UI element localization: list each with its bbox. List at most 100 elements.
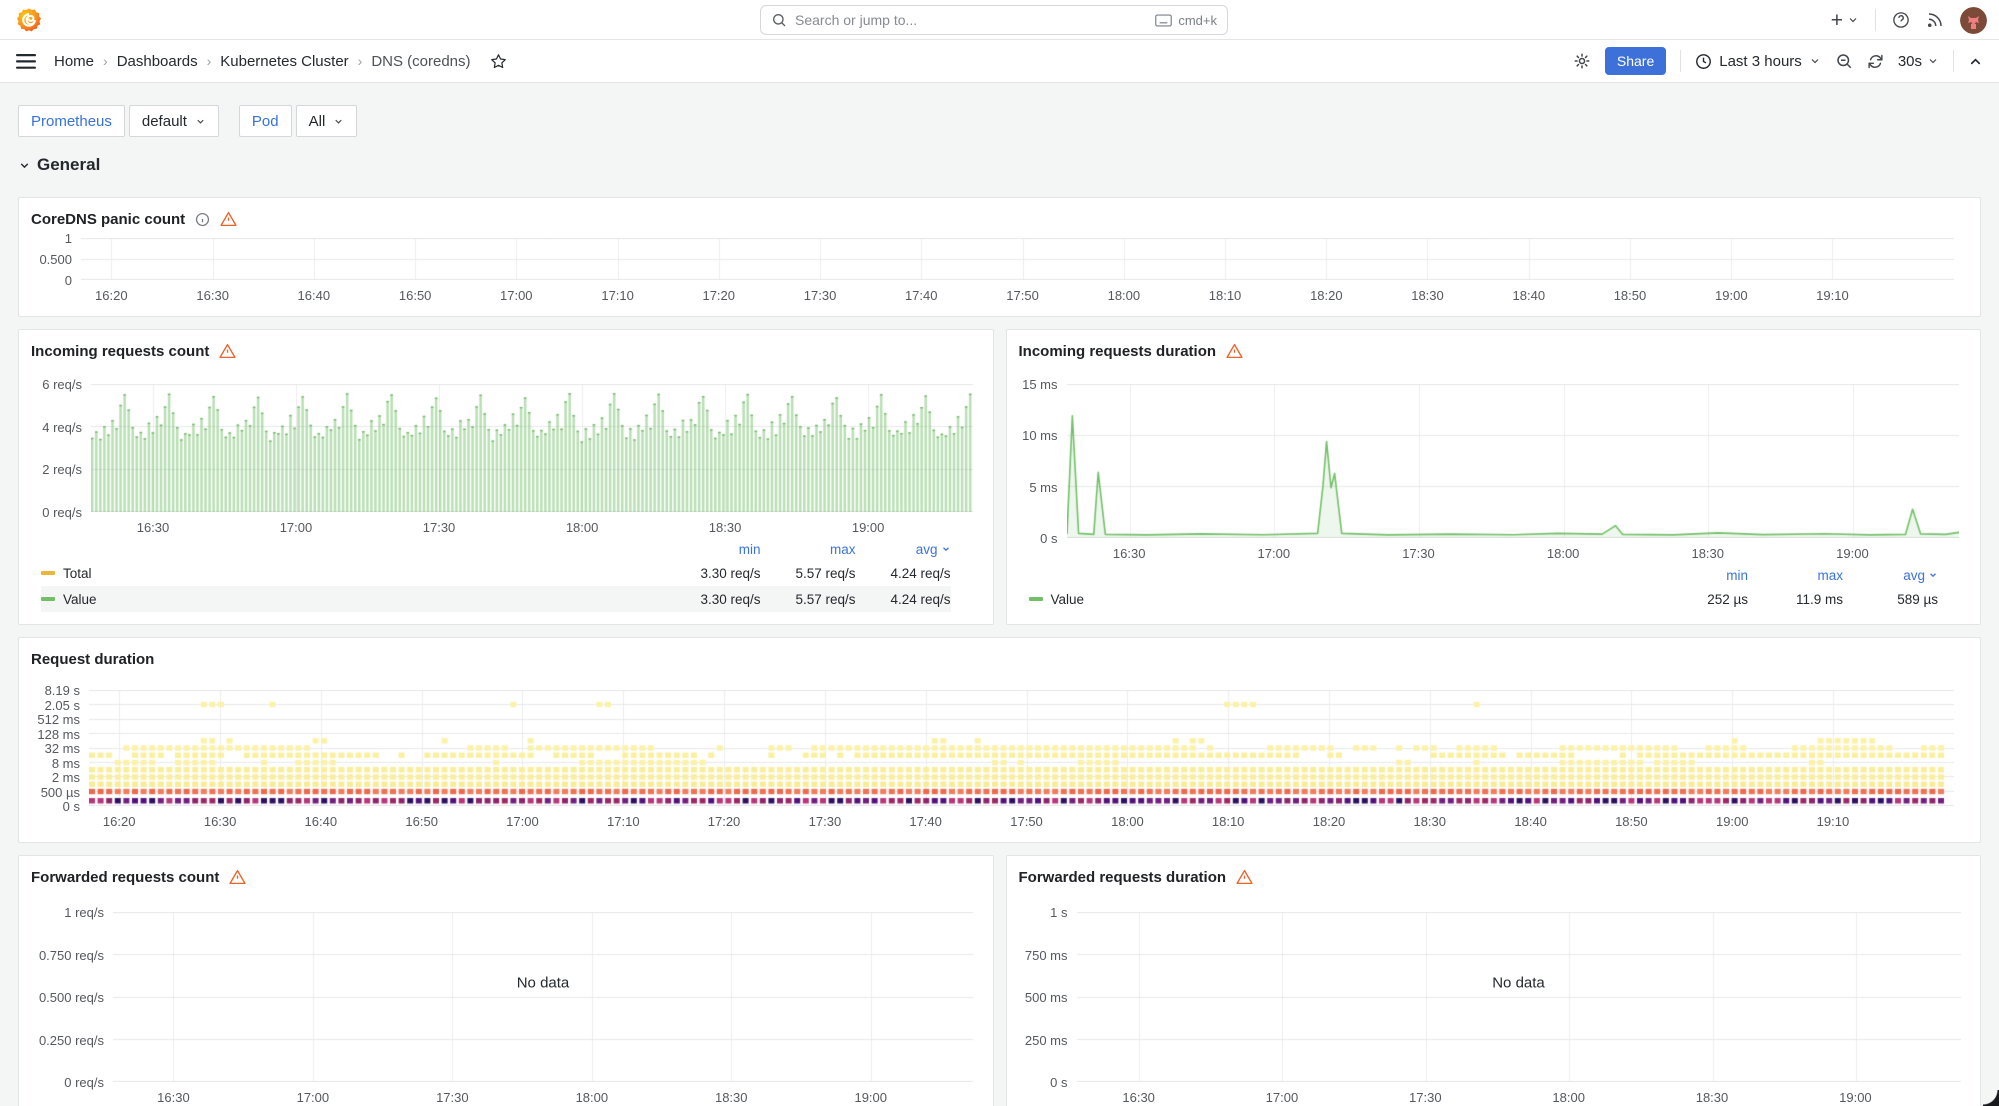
- dashboard-settings-gear-icon[interactable]: [1573, 52, 1591, 70]
- legend-series-total[interactable]: Total: [41, 566, 666, 581]
- legend-header-avg[interactable]: avg: [856, 542, 951, 557]
- y-tick-label: 128 ms: [31, 727, 80, 742]
- collapse-toolbar-chevron-up-icon[interactable]: [1968, 54, 1983, 69]
- x-tick-label: 19:00: [854, 1090, 887, 1105]
- series-color-swatch: [41, 597, 55, 601]
- legend-series-value[interactable]: Value: [1029, 592, 1654, 607]
- add-new-button[interactable]: +: [1831, 10, 1859, 31]
- chevron-down-icon: [18, 159, 31, 172]
- x-tick-label: 17:40: [905, 288, 938, 303]
- legend-header-max[interactable]: max: [1748, 568, 1843, 583]
- y-tick-label: 0 s: [31, 799, 80, 814]
- chevron-down-icon: [1809, 55, 1821, 67]
- panel-title[interactable]: Forwarded requests count: [31, 869, 219, 886]
- legend: min max avg Value 252 µs 11.9 ms 589 µs: [1019, 564, 1969, 614]
- panel-title[interactable]: CoreDNS panic count: [31, 211, 185, 228]
- variable-datasource-label[interactable]: Prometheus: [18, 105, 125, 137]
- x-tick-label: 18:40: [1514, 814, 1547, 829]
- variable-datasource-select[interactable]: default: [129, 105, 219, 137]
- warning-icon[interactable]: [1226, 343, 1243, 359]
- x-tick-label: 18:00: [566, 520, 599, 535]
- y-tick-label: 1 s: [1019, 905, 1068, 920]
- x-tick-label: 16:30: [157, 1090, 190, 1105]
- panel-title[interactable]: Request duration: [31, 651, 154, 668]
- x-tick-label: 18:20: [1310, 288, 1343, 303]
- warning-icon[interactable]: [219, 343, 236, 359]
- refresh-icon[interactable]: [1867, 53, 1884, 70]
- x-tick-label: 16:50: [399, 288, 432, 303]
- legend-header-avg[interactable]: avg: [1843, 568, 1938, 583]
- y-tick-label: 6 req/s: [31, 377, 82, 392]
- panel-title[interactable]: Forwarded requests duration: [1019, 869, 1227, 886]
- x-tick-label: 17:00: [280, 520, 313, 535]
- info-icon[interactable]: [195, 212, 210, 227]
- warning-icon[interactable]: [220, 211, 237, 227]
- x-tick-label: 18:30: [715, 1090, 748, 1105]
- forwarded-requests-duration-plot[interactable]: [1077, 912, 1961, 1082]
- x-tick-label: 17:00: [500, 288, 533, 303]
- time-range-picker[interactable]: Last 3 hours: [1695, 53, 1821, 70]
- panel-incoming-requests-count: Incoming requests count 6 req/s4 req/s2 …: [18, 329, 994, 625]
- user-avatar[interactable]: [1960, 7, 1987, 34]
- panel-title[interactable]: Incoming requests count: [31, 343, 209, 360]
- news-rss-icon[interactable]: [1926, 11, 1944, 29]
- zoom-out-time-icon[interactable]: [1835, 52, 1853, 70]
- x-tick-label: 16:40: [298, 288, 331, 303]
- legend-value-min: 3.30 req/s: [666, 592, 761, 607]
- clock-icon: [1695, 53, 1712, 70]
- warning-icon[interactable]: [229, 869, 246, 885]
- refresh-interval-picker[interactable]: 30s: [1898, 53, 1939, 70]
- section-general[interactable]: General: [18, 153, 1981, 177]
- y-tick-label: 0 s: [1019, 531, 1058, 546]
- x-tick-label: 18:10: [1212, 814, 1245, 829]
- variable-pod-select[interactable]: All: [296, 105, 358, 137]
- breadcrumb-dashboards[interactable]: Dashboards: [117, 53, 198, 70]
- search-input[interactable]: [795, 12, 1147, 28]
- x-tick-label: 16:30: [137, 520, 170, 535]
- coredns-panic-count-plot[interactable]: [81, 238, 1954, 280]
- share-button[interactable]: Share: [1605, 47, 1666, 75]
- help-icon[interactable]: [1892, 11, 1910, 29]
- panel-forwarded-requests-count: Forwarded requests count No data 1 req/s…: [18, 855, 994, 1106]
- legend-value-avg: 589 µs: [1843, 592, 1938, 607]
- x-tick-label: 18:00: [1108, 288, 1141, 303]
- menu-hamburger-icon[interactable]: [16, 54, 36, 69]
- y-tick-label: 10 ms: [1019, 428, 1058, 443]
- warning-icon[interactable]: [1236, 869, 1253, 885]
- divider: [1875, 9, 1876, 31]
- legend-header-min[interactable]: min: [666, 542, 761, 557]
- legend-header-max[interactable]: max: [761, 542, 856, 557]
- global-search[interactable]: cmd+k: [760, 5, 1228, 35]
- grafana-logo-icon[interactable]: [16, 7, 42, 33]
- series-color-swatch: [41, 571, 55, 575]
- variable-pod-label[interactable]: Pod: [239, 105, 292, 137]
- panel-title[interactable]: Incoming requests duration: [1019, 343, 1217, 360]
- breadcrumb-kubernetes-cluster[interactable]: Kubernetes Cluster: [220, 53, 348, 70]
- x-tick-label: 17:30: [436, 1090, 469, 1105]
- y-tick-label: 8.19 s: [31, 683, 80, 698]
- x-tick-label: 17:50: [1006, 288, 1039, 303]
- x-tick-label: 17:00: [506, 814, 539, 829]
- y-tick-label: 2 req/s: [31, 462, 82, 477]
- forwarded-requests-count-plot[interactable]: [113, 912, 973, 1082]
- top-nav: cmd+k +: [0, 0, 1999, 40]
- legend-value-max: 5.57 req/s: [761, 566, 856, 581]
- panel-coredns-panic-count: CoreDNS panic count 10.500016:2016:3016:…: [18, 197, 1981, 317]
- incoming-requests-count-plot[interactable]: [91, 384, 973, 512]
- incoming-requests-duration-plot[interactable]: [1067, 384, 1959, 538]
- legend-header-min[interactable]: min: [1653, 568, 1748, 583]
- y-tick-label: 512 ms: [31, 712, 80, 727]
- x-tick-label: 17:00: [297, 1090, 330, 1105]
- y-tick-label: 1: [31, 231, 72, 246]
- x-tick-label: 17:30: [809, 814, 842, 829]
- request-duration-plot[interactable]: [89, 690, 1954, 806]
- favorite-star-icon[interactable]: [490, 53, 507, 70]
- x-tick-label: 18:00: [576, 1090, 609, 1105]
- chevron-down-icon: [941, 544, 951, 554]
- breadcrumb-home[interactable]: Home: [54, 53, 94, 70]
- panel-request-duration: Request duration 8.19 s2.05 s512 ms128 m…: [18, 637, 1981, 843]
- breadcrumb-separator: ›: [103, 53, 108, 69]
- x-tick-label: 17:20: [708, 814, 741, 829]
- x-tick-label: 17:40: [909, 814, 942, 829]
- legend-series-value[interactable]: Value: [41, 592, 666, 607]
